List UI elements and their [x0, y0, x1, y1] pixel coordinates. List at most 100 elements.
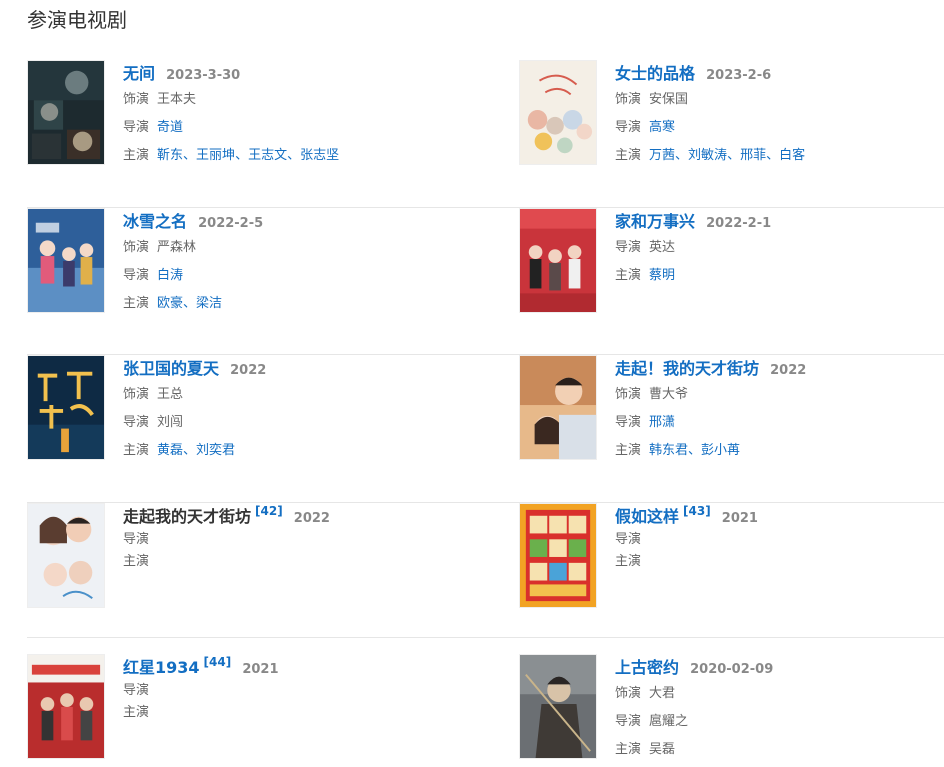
role-value: 安保国: [649, 92, 689, 107]
director-line: 导演: [615, 529, 944, 551]
series-date: 2022: [293, 510, 330, 526]
director-line: 导演 英达: [615, 234, 944, 262]
director-line: 导演 白涛: [123, 262, 473, 290]
series-title-link[interactable]: 无间: [123, 64, 155, 83]
series-date: 2021: [242, 661, 279, 677]
poster-image[interactable]: [27, 207, 105, 313]
director-link[interactable]: 高寒: [649, 120, 675, 135]
cast-link[interactable]: 彭小苒: [701, 443, 740, 458]
grid-row: 走起我的天才街坊 [42] 2022 导演 主演 假如这样 [43] 2021 …: [27, 502, 944, 638]
cast-separator: 、: [766, 148, 780, 163]
series-card: 上古密约 2020-02-09 饰演 大君 导演 扈耀之 主演 吴磊: [519, 653, 944, 759]
grid-row: 红星1934 [44] 2021 导演 主演 上古密约 2020-02-09 饰…: [27, 638, 944, 767]
series-card: 家和万事兴 2022-2-1 导演 英达 主演 蔡明: [519, 207, 944, 313]
role-line: 饰演 王总: [123, 381, 473, 409]
cast-separator: 、: [675, 148, 689, 163]
cast-link[interactable]: 靳东: [157, 148, 183, 163]
director-link[interactable]: 奇道: [157, 120, 183, 135]
series-info: 上古密约 2020-02-09 饰演 大君 导演 扈耀之 主演 吴磊: [615, 656, 944, 764]
director-label: 导演: [615, 713, 642, 729]
role-value: 严森林: [157, 239, 197, 255]
director-link[interactable]: 白涛: [157, 268, 183, 283]
cast-link[interactable]: 刘敏涛: [688, 148, 727, 163]
series-title-link[interactable]: 假如这样: [615, 507, 679, 526]
poster-image[interactable]: [519, 653, 597, 759]
cast-link[interactable]: 欧豪: [157, 296, 183, 311]
series-info: 红星1934 [44] 2021 导演 主演: [123, 655, 473, 724]
role-line: 饰演 王本夫: [123, 86, 473, 114]
cast-separator: 、: [688, 443, 702, 458]
cast-link[interactable]: 刘奕君: [196, 443, 235, 458]
director-label: 导演: [615, 120, 642, 135]
poster-image[interactable]: [27, 60, 105, 165]
cast-link[interactable]: 黄磊: [157, 443, 183, 458]
role-line: 饰演 曹大爷: [615, 381, 944, 409]
poster-image[interactable]: [519, 355, 597, 460]
role-line: 饰演 安保国: [615, 86, 944, 114]
director-value: 刘闯: [157, 415, 184, 430]
director-label: 导演: [615, 239, 642, 255]
grid-row: 张卫国的夏天 2022 饰演 王总 导演 刘闯 主演 黄磊、刘奕君 走起！我的天…: [27, 355, 944, 503]
cast-link[interactable]: 蔡明: [649, 268, 675, 283]
series-title-link[interactable]: 张卫国的夏天: [123, 359, 219, 378]
cast-label: 主演: [615, 443, 642, 458]
poster-image[interactable]: [27, 502, 105, 608]
cast-link[interactable]: 白客: [779, 148, 805, 163]
poster-image[interactable]: [519, 502, 597, 608]
cast-separator: 、: [183, 295, 197, 311]
cast-link[interactable]: 张志坚: [300, 148, 339, 163]
series-title-link[interactable]: 走起！我的天才街坊: [615, 359, 759, 378]
director-label: 导演: [123, 682, 150, 698]
director-label: 导演: [123, 531, 150, 547]
poster-image[interactable]: [27, 653, 105, 759]
series-info: 走起我的天才街坊 [42] 2022 导演 主演: [123, 504, 473, 573]
series-title-link[interactable]: 女士的品格: [615, 64, 695, 83]
grid-row: 冰雪之名 2022-2-5 饰演 严森林 导演 白涛 主演 欧豪、梁洁 家和万事…: [27, 207, 944, 355]
tv-series-grid: 无间 2023-3-30 饰演 王本夫 导演 奇道 主演 靳东、王丽坤、王志文、张志坚: [27, 60, 944, 767]
series-info: 假如这样 [43] 2021 导演 主演: [615, 504, 944, 573]
poster-image[interactable]: [27, 355, 105, 460]
cast-label: 主演: [123, 553, 150, 569]
cast-label: 主演: [615, 148, 642, 163]
series-title-link[interactable]: 红星1934: [123, 658, 200, 677]
cast-link[interactable]: 王丽坤: [196, 148, 235, 163]
cast-line: 主演 欧豪、梁洁: [123, 290, 473, 318]
cast-label: 主演: [123, 148, 150, 163]
poster-image[interactable]: [519, 207, 597, 313]
cast-line: 主演 万茜、刘敏涛、邢菲、白客: [615, 142, 944, 170]
cast-label: 主演: [123, 443, 150, 458]
series-title-link[interactable]: 家和万事兴: [615, 212, 695, 231]
cast-link[interactable]: 邢菲: [740, 148, 766, 163]
series-date: 2023-3-30: [166, 68, 241, 83]
director-label: 导演: [123, 267, 150, 283]
role-value: 王本夫: [157, 92, 197, 107]
series-date: 2023-2-6: [706, 68, 772, 83]
citation-link[interactable]: [43]: [683, 504, 711, 518]
director-link[interactable]: 邢潇: [649, 415, 675, 430]
cast-link[interactable]: 王志文: [248, 148, 287, 163]
cast-label: 主演: [615, 741, 642, 757]
role-value: 王总: [157, 387, 184, 402]
series-info: 家和万事兴 2022-2-1 导演 英达 主演 蔡明: [615, 210, 944, 290]
series-date: 2020-02-09: [690, 661, 774, 677]
cast-link[interactable]: 梁洁: [196, 296, 222, 311]
grid-row: 无间 2023-3-30 饰演 王本夫 导演 奇道 主演 靳东、王丽坤、王志文、张志坚: [27, 60, 944, 208]
series-card: 走起！我的天才街坊 2022 饰演 曹大爷 导演 邢潇 主演 韩东君、彭小苒: [519, 355, 944, 460]
cast-link[interactable]: 万茜: [649, 148, 675, 163]
director-label: 导演: [615, 531, 642, 547]
cast-link[interactable]: 韩东君: [649, 443, 688, 458]
series-card: 女士的品格 2023-2-6 饰演 安保国 导演 高寒 主演 万茜、刘敏涛、邢菲、白客: [519, 60, 944, 165]
cast-value: 吴磊: [649, 741, 676, 757]
director-value: 扈耀之: [649, 713, 689, 729]
page: 参演电视剧 无间 2023-3-30 饰演 王本夫 导演 奇道 主演 靳东、王丽…: [0, 0, 944, 767]
series-title-link[interactable]: 上古密约: [615, 658, 679, 677]
citation-link[interactable]: [42]: [255, 504, 283, 518]
series-date: 2021: [721, 510, 758, 526]
cast-line: 主演: [615, 551, 944, 573]
series-title-link[interactable]: 冰雪之名: [123, 212, 187, 231]
citation-link[interactable]: [44]: [204, 655, 232, 669]
series-card: 假如这样 [43] 2021 导演 主演: [519, 502, 944, 608]
cast-line: 主演 靳东、王丽坤、王志文、张志坚: [123, 142, 473, 170]
poster-image[interactable]: [519, 60, 597, 165]
director-line: 导演 高寒: [615, 114, 944, 142]
